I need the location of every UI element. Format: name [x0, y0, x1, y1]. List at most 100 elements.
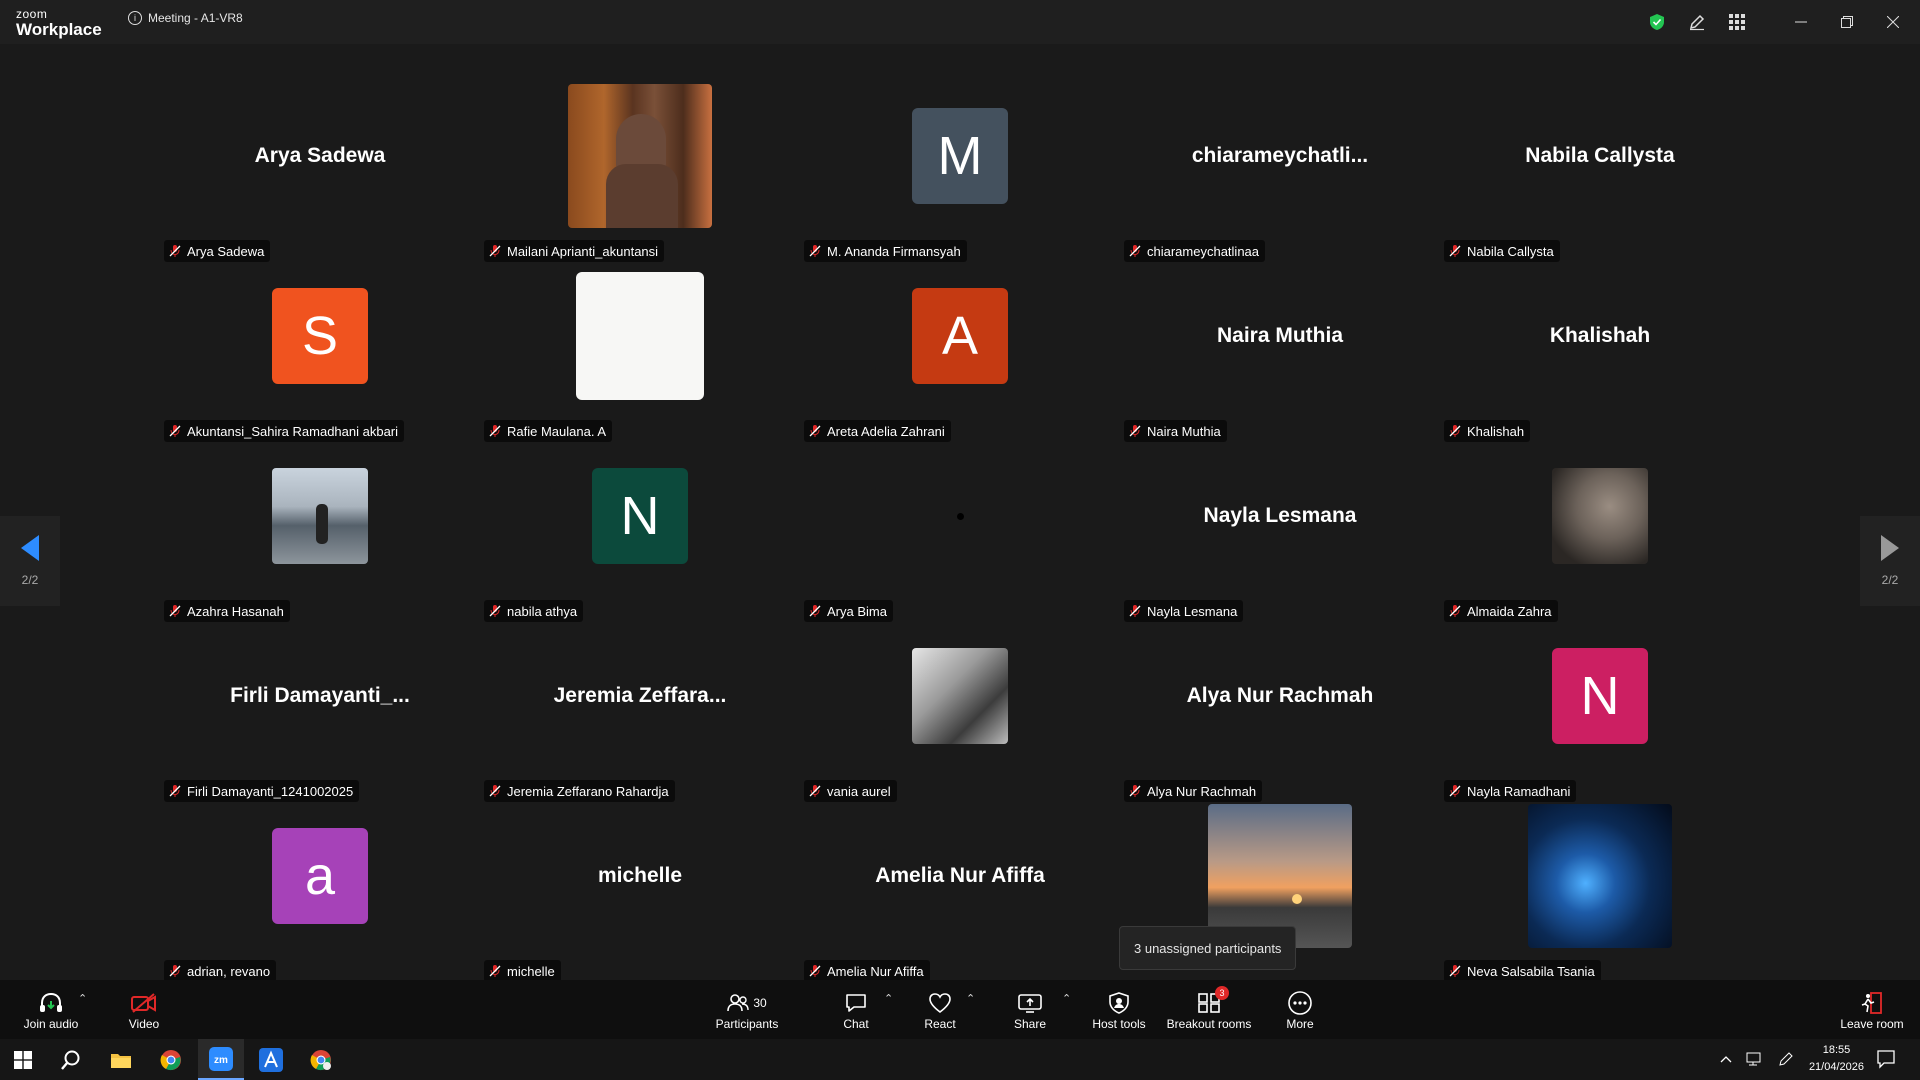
participant-tile[interactable]: Rafie Maulana. A [480, 266, 800, 446]
restore-button[interactable] [1824, 10, 1870, 34]
meeting-info-button[interactable]: i Meeting - A1-VR8 [128, 11, 243, 25]
participant-tile[interactable]: Nabila Callysta Nabila Callysta [1440, 86, 1760, 266]
next-page-button[interactable]: 2/2 [1860, 516, 1920, 606]
taskbar-chrome[interactable] [148, 1039, 194, 1080]
previous-page-button[interactable]: 2/2 [0, 516, 60, 606]
system-clock[interactable]: 18:55 21/04/2026 [1809, 1042, 1864, 1076]
breakout-rooms-button[interactable]: 3 Breakout rooms [1166, 980, 1252, 1039]
search-icon [61, 1050, 80, 1070]
more-button[interactable]: More [1282, 980, 1318, 1039]
folder-icon [111, 1053, 131, 1068]
participant-display-name: Khalishah [1549, 324, 1651, 347]
participant-photo [912, 648, 1008, 744]
participant-tile[interactable]: A Areta Adelia Zahrani [800, 266, 1120, 446]
chrome-icon [160, 1049, 181, 1070]
arrow-left-icon [21, 535, 39, 561]
mic-off-icon [1449, 425, 1461, 437]
logo-line2: Workplace [16, 20, 102, 39]
share-label: Share [1013, 1016, 1047, 1031]
participant-display-name: Jeremia Zeffara... [553, 684, 727, 707]
participant-tile[interactable]: Alya Nur Rachmah Alya Nur Rachmah [1120, 626, 1440, 806]
mic-off-icon [1449, 245, 1461, 257]
participant-display-name: Amelia Nur Afiffa [875, 864, 1045, 887]
mic-off-icon [1449, 785, 1461, 797]
network-icon[interactable] [1746, 1051, 1764, 1067]
participant-name-label: Alya Nur Rachmah [1124, 780, 1263, 802]
react-button[interactable]: React [920, 980, 960, 1039]
participant-name-label: nabila athya [484, 600, 584, 622]
participant-name-label: Akuntansi_Sahira Ramadhani akbari [164, 420, 405, 442]
participant-tile[interactable]: Jeremia Zeffara... Jeremia Zeffarano Rah… [480, 626, 800, 806]
participant-name-label: Firli Damayanti_1241002025 [164, 780, 360, 802]
participant-display-name: michelle [597, 864, 683, 887]
participant-tile[interactable]: a adrian, revano [160, 806, 480, 986]
meeting-toolbar: Join audio ⌃ Video 30 Participants Chat … [0, 980, 1920, 1039]
taskbar-chrome-profile[interactable] [298, 1039, 344, 1080]
participant-photo [568, 84, 712, 228]
mic-off-icon [489, 425, 501, 437]
chat-options-caret[interactable]: ⌃ [884, 992, 893, 1005]
minimize-button[interactable] [1778, 10, 1824, 34]
mic-off-icon [169, 605, 181, 617]
leave-room-button[interactable]: Leave room [1840, 980, 1904, 1039]
close-button[interactable] [1870, 10, 1916, 34]
share-options-caret[interactable]: ⌃ [1062, 992, 1071, 1005]
participant-tile[interactable]: M M. Ananda Firmansyah [800, 86, 1120, 266]
mic-off-icon [1129, 785, 1141, 797]
share-button[interactable]: Share [1010, 980, 1050, 1039]
host-tools-button[interactable]: Host tools [1090, 980, 1148, 1039]
participant-tile[interactable]: S Akuntansi_Sahira Ramadhani akbari [160, 266, 480, 446]
participant-avatar: N [592, 468, 688, 564]
chat-button[interactable]: Chat [836, 980, 876, 1039]
apps-grid-icon[interactable] [1726, 11, 1748, 33]
participant-tile[interactable]: vania aurel [800, 626, 1120, 806]
pen-tray-icon[interactable] [1778, 1051, 1794, 1067]
participant-tile[interactable]: N nabila athya [480, 446, 800, 626]
participant-tile[interactable]: Azahra Hasanah [160, 446, 480, 626]
react-options-caret[interactable]: ⌃ [966, 992, 975, 1005]
mic-off-icon [489, 605, 501, 617]
join-audio-button[interactable]: Join audio [20, 980, 82, 1039]
participant-tile[interactable]: Naira Muthia Naira Muthia [1120, 266, 1440, 446]
participant-tile[interactable]: Almaida Zahra [1440, 446, 1760, 626]
mic-off-icon [169, 245, 181, 257]
participant-name-label: Nayla Lesmana [1124, 600, 1244, 622]
participant-tile[interactable]: michelle michelle [480, 806, 800, 986]
tray-overflow-icon[interactable] [1720, 1054, 1732, 1064]
shield-icon[interactable] [1646, 11, 1668, 33]
taskbar-zoom[interactable]: zm [198, 1039, 244, 1080]
participant-photo [576, 272, 704, 400]
taskbar-search-button[interactable] [48, 1039, 94, 1080]
participant-tile[interactable]: Khalishah Khalishah [1440, 266, 1760, 446]
meeting-title: Meeting - A1-VR8 [148, 11, 243, 25]
participant-tile[interactable]: Arya Bima [800, 446, 1120, 626]
participant-tile[interactable]: chiaramеychatli... chiaramеychatlinaa [1120, 86, 1440, 266]
breakout-badge: 3 [1215, 985, 1229, 1000]
participant-tile[interactable]: Neva Salsabila Tsania [1440, 804, 1760, 986]
participants-icon [727, 993, 750, 1011]
chat-icon [846, 993, 866, 1012]
participant-display-name: Arya Sadewa [254, 144, 386, 167]
participant-tile[interactable]: N Nayla Ramadhani [1440, 626, 1760, 806]
participant-tile[interactable]: Amelia Nur Afiffa Amelia Nur Afiffa [800, 806, 1120, 986]
mic-off-icon [809, 785, 821, 797]
chat-label: Chat [843, 1016, 869, 1031]
participant-name-label: Azahra Hasanah [164, 600, 290, 622]
notifications-button[interactable] [1876, 1049, 1896, 1074]
participant-tile[interactable]: Nayla Lesmana Nayla Lesmana [1120, 446, 1440, 626]
annotate-pen-icon[interactable] [1686, 11, 1708, 33]
participant-tile[interactable]: Firli Damayanti_... Firli Damayanti_1241… [160, 626, 480, 806]
windows-start-button[interactable] [0, 1039, 46, 1080]
audio-options-caret[interactable]: ⌃ [78, 992, 87, 1005]
participant-display-name: Alya Nur Rachmah [1186, 684, 1374, 707]
taskbar-azure-app[interactable] [248, 1039, 294, 1080]
participants-button[interactable]: 30 Participants [712, 980, 782, 1039]
mic-off-icon [489, 245, 501, 257]
taskbar-file-explorer[interactable] [98, 1039, 144, 1080]
heart-icon [929, 992, 951, 1013]
participant-tile[interactable]: Mailani Aprianti_akuntansi [480, 84, 800, 266]
video-button[interactable]: Video [122, 980, 166, 1039]
participant-tile[interactable]: Arya Sadewa Arya Sadewa [160, 86, 480, 266]
participant-name-label: Neva Salsabila Tsania [1444, 960, 1601, 982]
clock-time: 18:55 [1822, 1044, 1851, 1056]
